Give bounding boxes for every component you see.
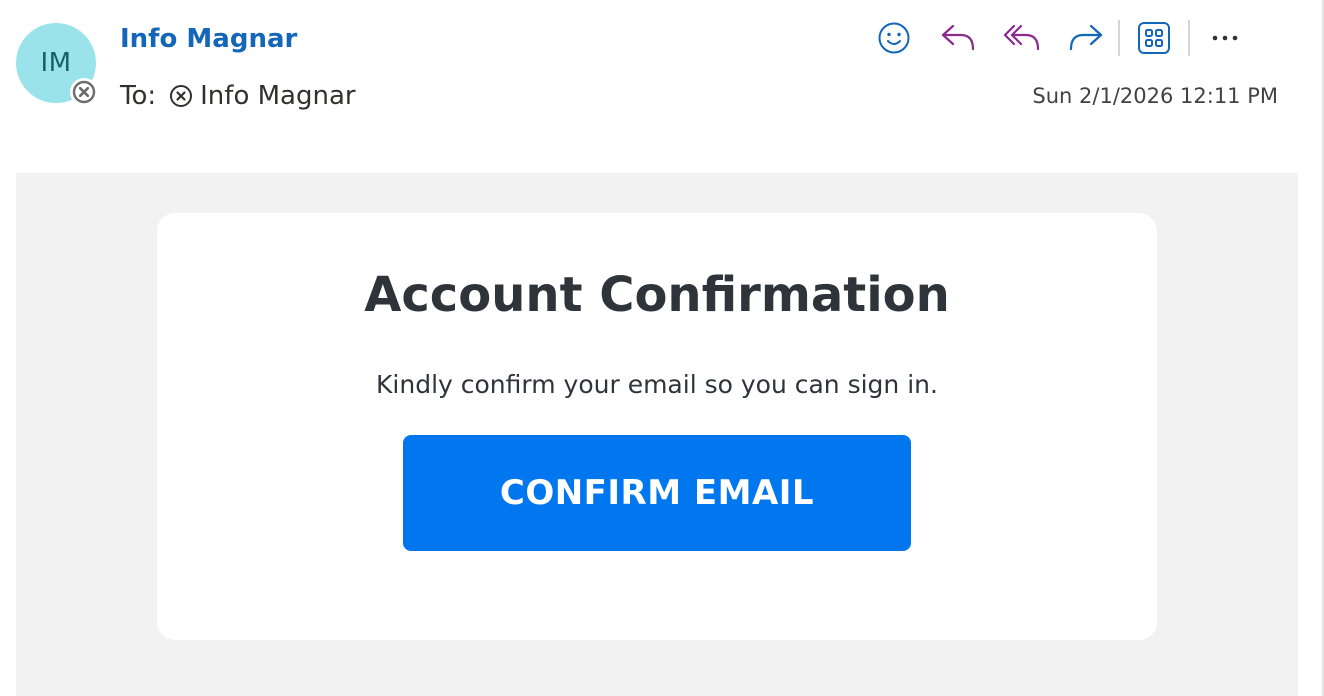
message-timestamp: Sun 2/1/2026 12:11 PM (1032, 84, 1278, 108)
presence-status-icon (70, 78, 98, 106)
confirmation-card: Account Confirmation Kindly confirm your… (157, 213, 1157, 640)
confirm-email-button[interactable]: CONFIRM EMAIL (403, 435, 911, 551)
apps-icon[interactable] (1120, 16, 1188, 60)
to-label: To: (120, 81, 157, 111)
card-text: Kindly confirm your email so you can sig… (376, 370, 938, 399)
recipient-status-icon (168, 83, 194, 109)
forward-icon[interactable] (1054, 16, 1118, 60)
smiley-icon[interactable] (862, 16, 926, 60)
email-reading-pane: IM Info Magnar To: Info Magnar Sun 2/1/2… (0, 0, 1324, 696)
card-title: Account Confirmation (364, 267, 950, 323)
sender-name[interactable]: Info Magnar (120, 22, 297, 56)
recipient-name[interactable]: Info Magnar (200, 81, 355, 111)
message-toolbar (862, 16, 1260, 60)
avatar-initials: IM (40, 48, 72, 78)
more-icon[interactable] (1190, 16, 1260, 60)
reply-all-icon[interactable] (990, 16, 1054, 60)
recipients-line: To: Info Magnar (120, 78, 356, 114)
reply-icon[interactable] (926, 16, 990, 60)
message-body: Account Confirmation Kindly confirm your… (16, 173, 1298, 696)
